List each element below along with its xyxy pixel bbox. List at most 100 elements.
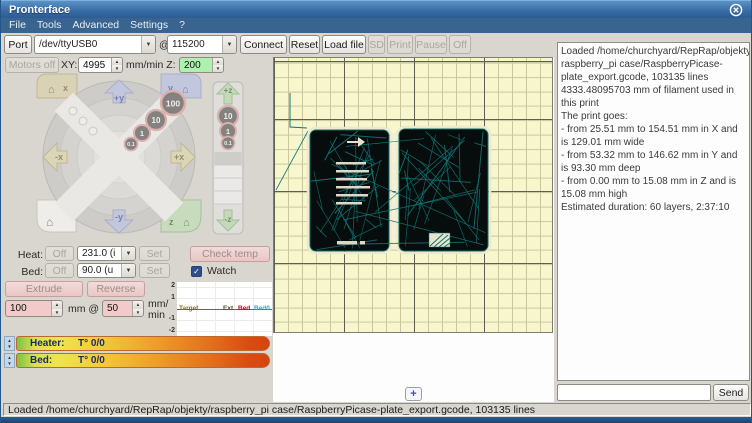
menu-tools[interactable]: Tools xyxy=(37,18,62,33)
mm-at-label: mm @ xyxy=(68,303,99,315)
zoom-in-button[interactable]: + xyxy=(405,387,422,401)
graph-ytick: 1 xyxy=(165,294,175,301)
temperature-graph: 2 1 -1 -2 Target Ext Bed Bed0 xyxy=(165,282,273,339)
home-icon: ⌂ xyxy=(46,215,53,229)
svg-text:10: 10 xyxy=(224,112,233,121)
z-distance-0.1[interactable]: 0.1 xyxy=(222,137,235,150)
z-cell[interactable] xyxy=(215,165,242,204)
bed-gauge-bar[interactable] xyxy=(16,353,270,368)
extrude-length-stepper[interactable]: 100 ▲▼ xyxy=(5,300,63,317)
graph-ytick: -1 xyxy=(165,315,175,322)
gauge-spinner-icon[interactable]: ▲▼ xyxy=(4,336,15,351)
bed-gauge-label: Bed: xyxy=(30,355,52,366)
port-select[interactable]: /dev/ttyUSB0 ▼ xyxy=(34,35,156,54)
pronterface-window: Pronterface File Tools Advanced Settings… xyxy=(0,0,752,423)
menu-file[interactable]: File xyxy=(9,18,26,33)
heater-gauge-value: T° 0/0 xyxy=(78,338,105,349)
legend-target: Target xyxy=(179,305,198,312)
watch-label: Watch xyxy=(207,265,236,277)
close-icon[interactable] xyxy=(729,3,743,17)
home-icon: ⌂ xyxy=(183,217,190,229)
bed-label: Bed: xyxy=(13,266,43,278)
svg-text:x: x xyxy=(63,83,68,93)
bed-set-button: Set xyxy=(139,263,170,278)
jog-controls: ⌂ x y ⌂ ⌂ z ⌂ xyxy=(1,70,261,248)
svg-text:-x: -x xyxy=(55,152,63,162)
bed-gauge: ▲▼ Bed: T° 0/0 xyxy=(4,353,270,368)
home-icon: ⌂ xyxy=(48,84,55,96)
extrude-button: Extrude xyxy=(5,281,83,297)
svg-text:0.1: 0.1 xyxy=(224,141,232,147)
connect-button[interactable]: Connect xyxy=(240,35,287,54)
port-button[interactable]: Port xyxy=(4,35,32,54)
load-file-button[interactable]: Load file xyxy=(322,35,366,54)
home-x-button[interactable]: ⌂ x xyxy=(37,74,77,98)
extrude-speed-stepper[interactable]: 50 ▲▼ xyxy=(102,300,144,317)
gcode-viewer[interactable]: + xyxy=(273,57,554,402)
svg-text:1: 1 xyxy=(140,129,144,138)
chevron-down-icon[interactable]: ▼ xyxy=(222,36,236,53)
jog-distance-100[interactable]: 100 xyxy=(161,91,185,115)
heat-set-button: Set xyxy=(139,246,170,261)
bed-temp-select[interactable]: 90.0 (u ▼ xyxy=(77,263,136,278)
jog-distance-10[interactable]: 10 xyxy=(146,110,166,130)
heat-label: Heat: xyxy=(13,249,43,261)
svg-text:1: 1 xyxy=(226,127,230,136)
heat-off-button: Off xyxy=(45,246,74,261)
legend-bed0: Bed0 xyxy=(254,305,270,312)
graph-ytick: 2 xyxy=(165,282,175,289)
jog-distance-0.1[interactable]: 0.1 xyxy=(125,138,138,151)
gauge-spinner-icon[interactable]: ▲▼ xyxy=(4,353,15,368)
jog-distance-1[interactable]: 1 xyxy=(134,125,150,141)
menu-help[interactable]: ? xyxy=(179,18,185,33)
status-bar: Loaded /home/churchyard/RepRap/objekty/r… xyxy=(1,402,752,417)
gcode-preview xyxy=(273,57,553,333)
print-button: Print xyxy=(387,35,413,54)
jog-dot-icon xyxy=(89,127,97,135)
check-temp-button: Check temp xyxy=(190,246,270,262)
svg-text:100: 100 xyxy=(166,99,180,109)
chevron-down-icon[interactable]: ▼ xyxy=(121,247,135,260)
jog-dot-icon xyxy=(69,107,77,115)
speed-unit-label2: min xyxy=(148,309,165,321)
graph-plot-area: Target Ext Bed Bed0 xyxy=(177,282,272,336)
window-bottom-edge xyxy=(1,417,752,423)
menu-advanced[interactable]: Advanced xyxy=(72,18,119,33)
command-input[interactable] xyxy=(557,384,711,401)
legend-ext: Ext xyxy=(223,305,233,312)
reset-button[interactable]: Reset xyxy=(289,35,320,54)
pause-button: Pause xyxy=(415,35,447,54)
menu-settings[interactable]: Settings xyxy=(130,18,168,33)
chevron-down-icon[interactable]: ▼ xyxy=(121,264,135,277)
svg-text:10: 10 xyxy=(152,116,161,125)
heater-gauge: ▲▼ Heater: T° 0/0 xyxy=(4,336,270,351)
graph-ytick: -2 xyxy=(165,327,175,334)
jog-dot-icon xyxy=(79,117,87,125)
svg-text:+z: +z xyxy=(224,86,233,95)
status-text: Loaded /home/churchyard/RepRap/objekty/r… xyxy=(3,403,751,416)
spinner-arrows-icon[interactable]: ▲▼ xyxy=(132,301,143,316)
off-button: Off xyxy=(449,35,471,54)
svg-text:0.1: 0.1 xyxy=(127,142,135,148)
svg-text:+y: +y xyxy=(114,93,124,103)
heater-gauge-label: Heater: xyxy=(30,338,64,349)
spinner-arrows-icon[interactable]: ▲▼ xyxy=(51,301,62,316)
svg-text:-z: -z xyxy=(225,215,232,224)
sd-button: SD xyxy=(368,35,385,54)
window-title: Pronterface xyxy=(1,4,70,16)
home-icon: ⌂ xyxy=(182,84,189,96)
send-button[interactable]: Send xyxy=(713,384,749,401)
watch-checkbox[interactable]: ✓ xyxy=(191,266,202,277)
z-jog-column: +z 10 1 0.1 -z xyxy=(213,82,243,234)
reverse-button: Reverse xyxy=(87,281,145,297)
baud-select[interactable]: 115200 ▼ xyxy=(167,35,237,54)
chevron-down-icon[interactable]: ▼ xyxy=(141,36,155,53)
heat-temp-select[interactable]: 231.0 (i ▼ xyxy=(77,246,136,261)
title-bar[interactable]: Pronterface xyxy=(1,0,752,18)
log-output[interactable]: Loaded /home/churchyard/RepRap/objekty/ … xyxy=(557,42,750,381)
menu-bar: File Tools Advanced Settings ? xyxy=(1,18,752,33)
svg-text:-y: -y xyxy=(115,212,123,222)
bed-off-button: Off xyxy=(45,263,74,278)
z-cell[interactable] xyxy=(215,152,242,165)
svg-text:+x: +x xyxy=(174,152,184,162)
